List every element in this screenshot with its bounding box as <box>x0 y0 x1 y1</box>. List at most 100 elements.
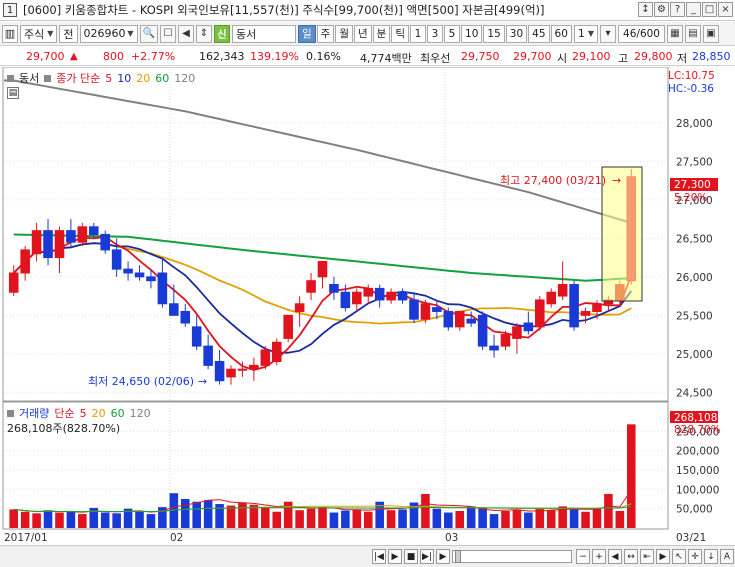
candlestick-chart[interactable]: 28,00027,50027,00026,50026,00025,50025,0… <box>0 66 735 545</box>
period-tab-9[interactable]: 10 <box>461 24 483 43</box>
period-tab-6[interactable]: 1 <box>410 24 427 43</box>
legend-ma20: 20 <box>136 71 151 85</box>
link-icon[interactable]: ↕ <box>638 2 653 17</box>
volume-bar <box>455 510 465 528</box>
period-option-icon[interactable]: ▾ <box>600 24 617 43</box>
maximize-button[interactable]: □ <box>702 2 717 17</box>
stop-icon[interactable]: ■ <box>404 549 418 564</box>
low-label: 저 <box>677 52 688 65</box>
volume-bar <box>478 507 487 528</box>
candle-body <box>580 310 591 316</box>
interval-value: 1 <box>577 27 585 40</box>
settings-icon[interactable]: ⚙ <box>654 2 669 17</box>
candle-body <box>294 303 305 312</box>
calendar-icon[interactable]: ▤ <box>7 87 19 99</box>
down-icon[interactable]: ↓ <box>704 549 718 564</box>
close-button[interactable]: × <box>718 2 733 17</box>
help-icon[interactable]: ? <box>670 2 685 17</box>
period-tab-8[interactable]: 5 <box>444 24 461 43</box>
period-tab-2[interactable]: 월 <box>335 24 353 43</box>
volume-bar <box>261 507 270 528</box>
volume-bar <box>386 510 396 528</box>
scroll-start-icon[interactable]: |◀ <box>372 549 386 564</box>
window-titlebar: 1 [0600] 키움종합차트 - KOSPI 외국인보유[11,557(천)]… <box>0 0 735 21</box>
max-arrow-icon: → <box>612 174 621 187</box>
candle-body <box>443 310 454 328</box>
candle-body <box>203 345 213 366</box>
cross-icon[interactable]: ✛ <box>688 549 702 564</box>
period-tab-13[interactable]: 60 <box>550 24 572 43</box>
text-icon[interactable]: A <box>720 549 734 564</box>
arrow-icon[interactable]: ↖ <box>672 549 686 564</box>
volume-bar <box>318 507 327 528</box>
play-icon[interactable]: ▶ <box>388 549 402 564</box>
volume-ma60: 60 <box>110 406 125 420</box>
volume-bar <box>78 514 87 528</box>
legend-ma60: 60 <box>155 71 170 85</box>
search-scope[interactable]: 전 <box>59 24 78 43</box>
volume-pct-tag: 828.70% <box>674 424 721 436</box>
period-tab-0[interactable]: 일 <box>297 24 316 43</box>
candle-body <box>569 284 579 328</box>
period-tab-4[interactable]: 분 <box>372 24 391 43</box>
candle-body <box>20 249 30 274</box>
legend-square-icon <box>44 74 52 82</box>
candle-body <box>54 230 65 259</box>
market-select[interactable]: 주식 ▼ <box>20 24 58 43</box>
min-arrow-icon: → <box>198 375 207 388</box>
legend-stock-name: 동서 <box>19 72 40 85</box>
code-input[interactable]: 026960 ▼ <box>79 24 138 43</box>
candle-body <box>134 272 145 278</box>
x-tick-label: 2017/01 <box>4 532 48 544</box>
grid-icon[interactable]: ▦ <box>667 24 683 43</box>
minimize-button[interactable]: _ <box>686 2 701 17</box>
candle-body <box>489 345 499 351</box>
zoom-slider[interactable] <box>452 550 572 563</box>
volume-bar <box>363 511 373 528</box>
open-price: 29,100 <box>572 50 611 63</box>
legend-square-icon <box>7 74 14 82</box>
period-tab-11[interactable]: 30 <box>505 24 528 43</box>
period-tab-7[interactable]: 3 <box>427 24 444 43</box>
prev-page-icon[interactable]: ◀ <box>608 549 622 564</box>
step-icon[interactable]: ▶ <box>436 549 450 564</box>
zoom-reset-icon[interactable]: ↔ <box>624 549 638 564</box>
legend-ma10: 10 <box>117 71 132 85</box>
period-tab-10[interactable]: 15 <box>483 24 505 43</box>
period-tab-3[interactable]: 년 <box>354 24 372 43</box>
volume-ma5: 5 <box>79 406 87 420</box>
stock-name-field[interactable]: 동서 <box>231 24 296 43</box>
candle-body <box>271 341 282 363</box>
x-tick-label: 02 <box>170 532 183 544</box>
zoom-slider-handle[interactable] <box>455 550 461 563</box>
fit-icon[interactable]: ⇤ <box>640 549 654 564</box>
print-icon[interactable]: ▣ <box>703 24 719 43</box>
volume-bar <box>604 493 613 528</box>
save-icon[interactable]: ▤ <box>685 24 701 43</box>
speaker-icon[interactable]: ◀ <box>177 24 194 43</box>
favorites-icon[interactable]: ☐ <box>159 24 176 43</box>
period-tab-5[interactable]: 틱 <box>391 24 410 43</box>
volume-bar <box>398 509 407 528</box>
next-page-icon[interactable]: ▶ <box>656 549 670 564</box>
layout-icon[interactable]: ▥ <box>2 24 18 43</box>
volume-ratio: 139.19% <box>250 50 299 63</box>
candle-body <box>146 276 156 282</box>
volume-bar <box>329 512 339 528</box>
x-tick-label: 03 <box>445 532 458 544</box>
price-tick-label: 25,500 <box>676 310 713 322</box>
candle-body <box>557 284 568 297</box>
volume-bar <box>20 511 30 528</box>
search-icon[interactable]: 🔍 <box>139 24 158 43</box>
interval-select[interactable]: 1 ▼ <box>573 24 599 43</box>
volume-info: 268,108주(828.70%) <box>7 422 121 435</box>
scroll-end-icon[interactable]: ▶| <box>420 549 434 564</box>
zoom-out-icon[interactable]: − <box>576 549 590 564</box>
price-tick-label: 24,500 <box>676 387 713 399</box>
period-tab-1[interactable]: 주 <box>316 24 335 43</box>
chart-area[interactable]: 28,000 27,500 27,000 26,500 26,000 25,500 25,0… <box>0 66 735 545</box>
candle-body <box>77 226 88 243</box>
prev-stock-icon[interactable]: ⇕ <box>195 24 212 43</box>
zoom-in-icon[interactable]: + <box>592 549 606 564</box>
period-tab-12[interactable]: 45 <box>528 24 550 43</box>
